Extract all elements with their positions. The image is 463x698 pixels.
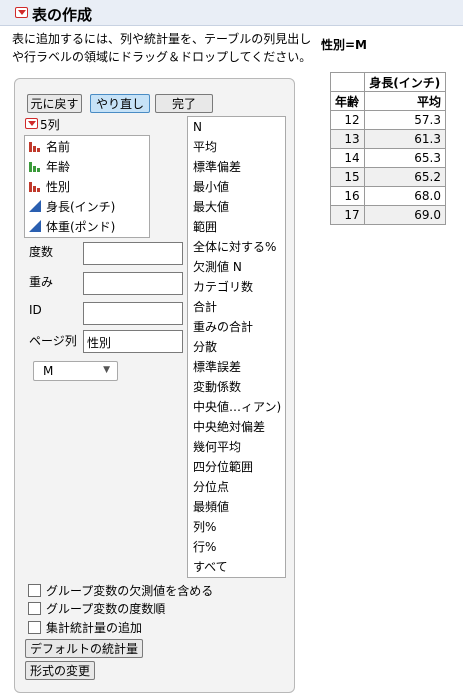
statistic-item[interactable]: 重みの合計 [188,317,285,337]
column-item[interactable]: 体重(ポンド) [25,216,149,236]
statistic-item[interactable]: 列% [188,517,285,537]
continuous-icon [29,220,46,232]
statistic-item[interactable]: 最頻値 [188,497,285,517]
age-cell: 15 [330,167,365,187]
mean-cell: 69.0 [363,205,447,225]
default-stats-button[interactable]: デフォルトの統計量 [25,639,144,658]
statistic-item[interactable]: 四分位範囲 [188,457,285,477]
id-drop-zone[interactable] [83,302,183,325]
checkbox[interactable] [28,620,41,634]
checkbox[interactable] [28,601,41,615]
statistic-item[interactable]: N [188,117,285,137]
title-bar: 表の作成 [0,0,463,26]
page-column-drop-zone[interactable]: 性別 [83,330,183,353]
mean-cell: 57.3 [363,110,447,130]
mean-cell: 65.2 [363,167,447,187]
mean-cell: 65.3 [363,148,447,168]
statistic-item[interactable]: 分散 [188,337,285,357]
column-item[interactable]: 名前 [25,136,149,156]
age-cell: 12 [330,110,365,130]
nominal-icon [29,140,46,152]
change-format-button[interactable]: 形式の変更 [25,661,96,680]
statistic-item[interactable]: 標準偏差 [188,157,285,177]
redo-button[interactable]: やり直し [90,94,150,113]
row-header[interactable]: 年齢 [330,91,365,111]
checkbox[interactable] [28,583,41,597]
age-cell: 14 [330,148,365,168]
column-item-label: 身長(インチ) [46,199,116,214]
age-cell: 17 [330,205,365,225]
page-value-select[interactable]: M ▼ [33,361,118,381]
instructions: 表に追加するには、列や統計量を、テーブルの列見出しや行ラベルの領域にドラッグ＆ド… [12,32,312,64]
table-row: 14 65.3 [330,148,447,168]
mean-cell: 68.0 [363,186,447,206]
table-row: 17 69.0 [330,205,447,225]
columns-menu-icon[interactable] [25,118,38,129]
statistic-item[interactable]: すべて [188,557,285,577]
statistic-item[interactable]: 平均 [188,137,285,157]
statistic-item[interactable]: 分位点 [188,477,285,497]
freq-drop-zone[interactable] [83,242,183,265]
statistic-item[interactable]: 中央絶対偏差 [188,417,285,437]
page-group-label: 性別=M [321,38,367,52]
statistic-item[interactable]: 全体に対する% [188,237,285,257]
column-count-label: 5列 [40,118,60,132]
table-row: 12 57.3 [330,110,447,130]
statistic-item[interactable]: 欠測値 N [188,257,285,277]
statistic-item[interactable]: 幾何平均 [188,437,285,457]
table-row: 16 68.0 [330,186,447,206]
table-row: 13 61.3 [330,129,447,149]
statistic-item[interactable]: 合計 [188,297,285,317]
statistic-item[interactable]: 最小値 [188,177,285,197]
column-list[interactable]: 名前年齢性別身長(インチ) 体重(ポンド) [24,135,150,238]
tabulate-report: 身長(インチ) 年齢 平均 12 57.3 13 61.3 14 65.3 15 65.2 16… [330,72,447,225]
column-item-label: 名前 [46,139,71,154]
column-item[interactable]: 性別 [25,176,149,196]
nominal-icon [29,180,46,192]
column-header[interactable]: 身長(インチ) [363,72,447,92]
table-row: 15 65.2 [330,167,447,187]
undo-button[interactable]: 元に戻す [27,94,82,113]
statistics-list[interactable]: N 平均 標準偏差 最小値 最大値 範囲 全体に対する% 欠測値 N カテゴリ数 合計 重みの合計分… [187,116,286,578]
column-item[interactable]: 身長(インチ) [25,196,149,216]
weight-label: 重み [29,275,54,289]
done-button[interactable]: 完了 [155,94,213,113]
column-item-label: 性別 [46,179,71,194]
column-item[interactable]: 年齢 [25,156,149,176]
red-triangle-menu-icon[interactable] [15,7,28,18]
add-aggregate-option[interactable]: 集計統計量の追加 [28,619,142,635]
stat-header[interactable]: 平均 [363,91,447,111]
page-column-label: ページ列 [29,334,77,348]
statistic-item[interactable]: 行% [188,537,285,557]
include-missing-option[interactable]: グループ変数の欠測値を含める [28,582,213,598]
age-cell: 16 [330,186,365,206]
column-item-label: 年齢 [46,159,71,174]
freq-label: 度数 [29,245,54,259]
statistic-item[interactable]: 最大値 [188,197,285,217]
statistic-item[interactable]: 変動係数 [188,377,285,397]
statistic-item[interactable]: カテゴリ数 [188,277,285,297]
statistic-item[interactable]: 範囲 [188,217,285,237]
statistic-item[interactable]: 中央値…ィアン) [188,397,285,417]
page-column-value: 性別 [87,336,112,350]
mean-cell: 61.3 [363,129,447,149]
chevron-down-icon: ▼ [103,365,110,375]
age-cell: 13 [330,129,365,149]
page-title: 表の作成 [32,6,93,24]
id-label: ID [29,303,42,317]
weight-drop-zone[interactable] [83,272,183,295]
column-item-label: 体重(ポンド) [46,219,116,234]
continuous-icon [29,200,46,212]
statistic-item[interactable]: 標準誤差 [188,357,285,377]
ordinal-icon [29,160,46,172]
order-by-freq-option[interactable]: グループ変数の度数順 [28,600,165,616]
